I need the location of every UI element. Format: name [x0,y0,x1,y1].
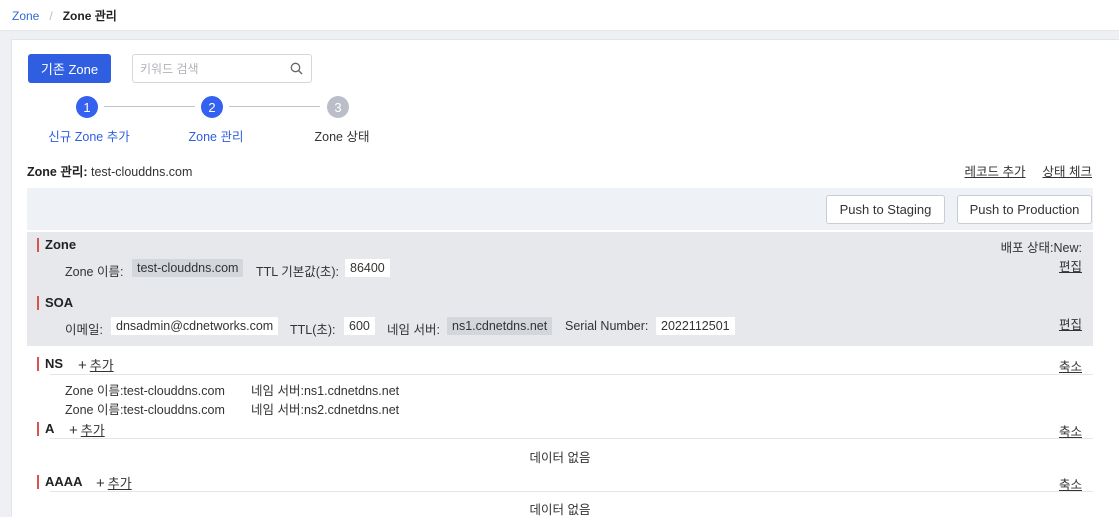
step-2-label: Zone 관리 [188,130,244,144]
zone-soa-section: Zone 배포 상태:New: Zone 이름: test-clouddns.c… [27,232,1093,346]
soa-ttl-label: TTL(초): [290,323,336,337]
a-add-button[interactable]: + 추가 [69,420,105,439]
aaaa-divider [50,491,1093,492]
step-1-circle: 1 [76,96,98,118]
deploy-status: 배포 상태:New: [1000,241,1082,255]
search-icon[interactable] [290,62,303,75]
zone-section-title: Zone [37,237,76,252]
aaaa-section-title: AAAA [37,474,83,489]
soa-email-label: 이메일: [65,323,103,337]
a-empty-message: 데이터 없음 [529,451,591,465]
step-3-circle: 3 [327,96,349,118]
ns-add-button[interactable]: + 추가 [78,355,114,374]
aaaa-add-button[interactable]: + 추가 [96,473,132,492]
progress-steps: 1 2 3 신규 Zone 추가 Zone 관리 Zone 상태 [12,96,412,146]
ttl-default-value: 86400 [345,259,390,277]
zone-title-name: test-clouddns.com [90,165,193,179]
zone-name-label: Zone 이름: [65,265,124,279]
search-box [132,54,312,83]
step-1-label: 신규 Zone 추가 [48,130,130,144]
aaaa-empty-message: 데이터 없음 [529,503,591,517]
ns-divider [50,374,1093,375]
soa-edit-link[interactable]: 편집 [1059,314,1082,333]
breadcrumb: Zone / Zone 관리 [12,7,117,24]
search-input[interactable] [133,55,283,82]
plus-icon: + [78,357,87,374]
soa-section-title: SOA [37,295,73,310]
existing-zone-button[interactable]: 기존 Zone [28,54,111,83]
zone-name-value: test-clouddns.com [132,259,244,277]
main-card: 기존 Zone 1 2 3 신규 Zone 추가 Zone 관리 Zone 상태… [11,39,1119,517]
soa-ttl-value: 600 [344,317,375,335]
top-bar: Zone / Zone 관리 [0,0,1119,31]
a-section-title: A [37,421,54,436]
aaaa-add-label: 추가 [107,476,132,491]
soa-nameserver-value: ns1.cdnetdns.net [447,317,553,335]
push-toolbar: Push to Staging Push to Production [27,188,1093,230]
a-add-label: 추가 [80,423,105,438]
push-to-production-button[interactable]: Push to Production [957,195,1092,224]
zone-detail-panel: Push to Staging Push to Production Zone … [27,188,1093,517]
step-3-label: Zone 상태 [314,130,370,144]
zone-edit-link[interactable]: 편집 [1059,256,1082,275]
ns-collapse-link[interactable]: 축소 [1059,356,1082,375]
plus-icon: + [96,475,105,492]
ns-section-title: NS [37,356,63,371]
ns-row-1-server: 네임 서버:ns1.cdnetdns.net [251,384,400,398]
step-connector-2 [229,106,320,107]
plus-icon: + [69,422,78,439]
a-divider [50,438,1093,439]
breadcrumb-current: Zone 관리 [62,9,117,23]
step-2-circle: 2 [201,96,223,118]
soa-serial-label: Serial Number: [565,319,649,333]
ns-row-2-zone: Zone 이름:test-clouddns.com [65,403,225,417]
zone-title: Zone 관리: test-clouddns.com [27,161,192,180]
breadcrumb-separator: / [49,8,53,23]
soa-email-value: dnsadmin@cdnetworks.com [111,317,279,335]
add-record-link[interactable]: 레코드 추가 [965,161,1026,180]
ns-add-label: 추가 [89,358,114,373]
zone-actions: 레코드 추가 상태 체크 [965,161,1092,180]
ttl-default-label: TTL 기본값(초): [256,265,340,279]
ns-row-2-server: 네임 서버:ns2.cdnetdns.net [251,403,400,417]
step-connector-1 [104,106,195,107]
soa-nameserver-label: 네임 서버: [387,323,440,337]
zone-title-label: Zone 관리: [27,165,88,179]
soa-serial-value: 2022112501 [656,317,735,335]
status-check-link[interactable]: 상태 체크 [1043,161,1092,180]
push-to-staging-button[interactable]: Push to Staging [826,195,945,224]
breadcrumb-zone-link[interactable]: Zone [12,9,39,23]
ns-row-1-zone: Zone 이름:test-clouddns.com [65,384,225,398]
